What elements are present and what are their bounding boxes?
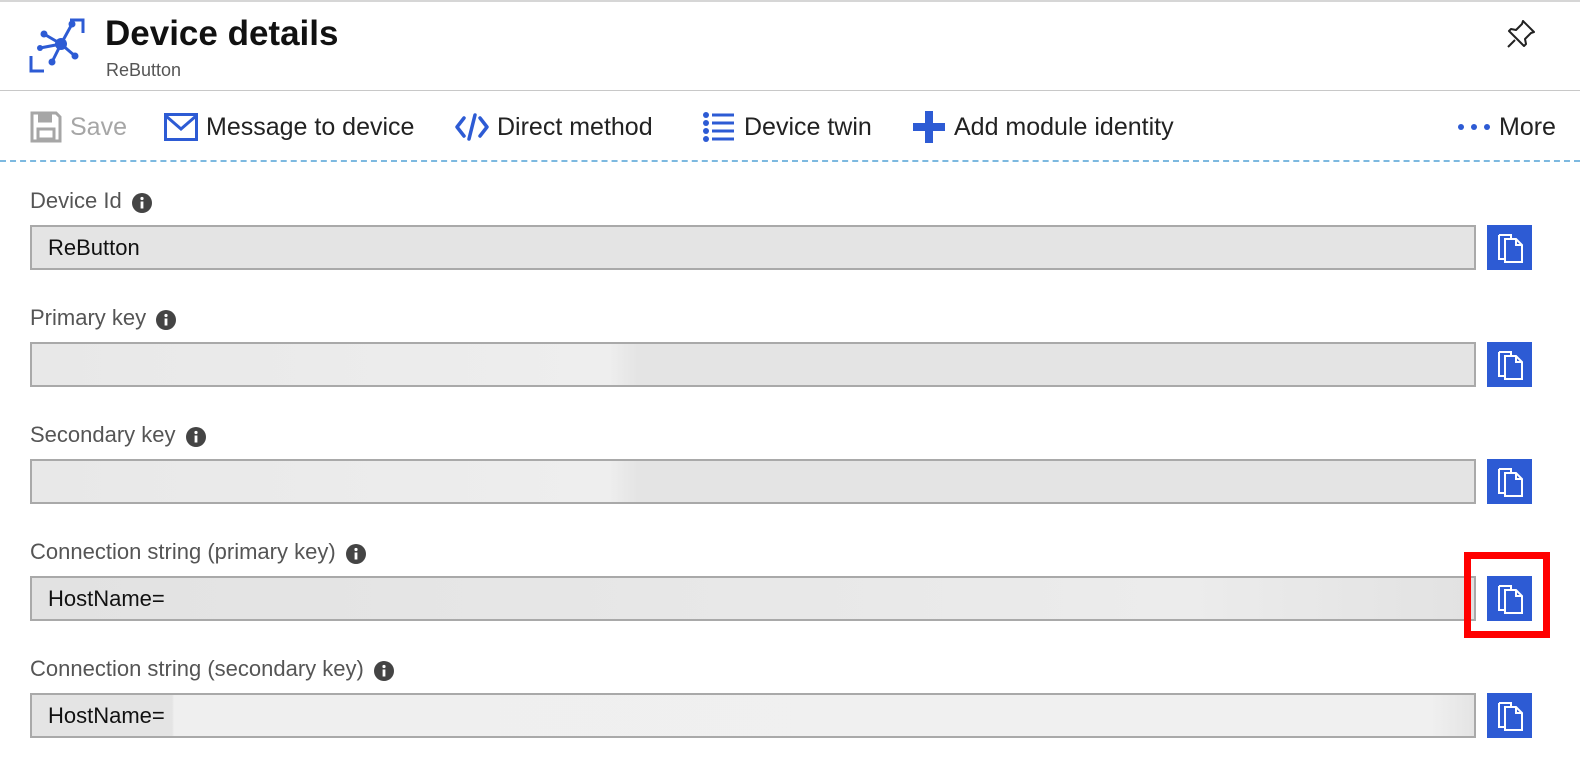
info-icon[interactable] (345, 543, 366, 564)
device-id-label: Device Id (30, 188, 152, 214)
connection-string-secondary-field[interactable]: HostName= (30, 693, 1476, 738)
device-details-page: Device details ReButton Save Message to … (0, 0, 1580, 776)
more-label: More (1499, 112, 1556, 141)
message-to-device-label: Message to device (206, 112, 415, 141)
more-button[interactable]: More (1457, 108, 1556, 146)
primary-key-label-text: Primary key (30, 305, 147, 330)
save-icon (30, 111, 62, 143)
copy-connection-string-secondary-button[interactable] (1487, 693, 1532, 738)
connection-string-secondary-label: Connection string (secondary key) (30, 656, 394, 682)
direct-method-button[interactable]: Direct method (455, 108, 653, 146)
iot-hub-device-icon (29, 18, 85, 73)
copy-icon (1497, 233, 1523, 263)
info-icon[interactable] (156, 309, 177, 330)
secondary-key-label: Secondary key (30, 422, 206, 448)
copy-primary-key-button[interactable] (1487, 342, 1532, 387)
connection-string-primary-field[interactable]: HostName= (30, 576, 1476, 621)
save-label: Save (70, 112, 127, 141)
page-subtitle: ReButton (106, 60, 182, 80)
mail-icon (164, 113, 198, 141)
primary-key-field[interactable] (30, 342, 1476, 387)
plus-icon (912, 110, 946, 144)
code-icon (455, 112, 489, 142)
connection-string-primary-label-text: Connection string (primary key) (30, 539, 336, 564)
info-icon[interactable] (373, 660, 394, 681)
primary-key-label: Primary key (30, 305, 177, 331)
device-id-label-text: Device Id (30, 188, 122, 213)
connection-string-primary-label: Connection string (primary key) (30, 539, 366, 565)
add-module-identity-button[interactable]: Add module identity (912, 108, 1174, 146)
copy-icon (1497, 350, 1523, 380)
add-module-identity-label: Add module identity (954, 112, 1174, 141)
copy-device-id-button[interactable] (1487, 225, 1532, 270)
direct-method-label: Direct method (497, 112, 653, 141)
copy-icon (1497, 467, 1523, 497)
device-twin-label: Device twin (744, 112, 872, 141)
device-id-field[interactable]: ReButton (30, 225, 1476, 270)
secondary-key-field[interactable] (30, 459, 1476, 504)
connection-string-secondary-label-text: Connection string (secondary key) (30, 656, 364, 681)
copy-icon (1497, 701, 1523, 731)
device-twin-button[interactable]: Device twin (702, 108, 872, 146)
highlight-annotation (1464, 552, 1550, 638)
copy-secondary-key-button[interactable] (1487, 459, 1532, 504)
info-icon[interactable] (131, 192, 152, 213)
blade-header: Device details ReButton (0, 2, 1580, 91)
pin-icon[interactable] (1505, 18, 1537, 50)
ellipsis-icon (1457, 122, 1491, 132)
info-icon[interactable] (185, 426, 206, 447)
secondary-key-label-text: Secondary key (30, 422, 176, 447)
message-to-device-button[interactable]: Message to device (164, 108, 414, 146)
list-icon (702, 111, 736, 143)
save-button[interactable]: Save (30, 108, 127, 146)
command-bar: Save Message to device Direct method Dev… (0, 92, 1580, 162)
page-title: Device details (105, 14, 339, 53)
